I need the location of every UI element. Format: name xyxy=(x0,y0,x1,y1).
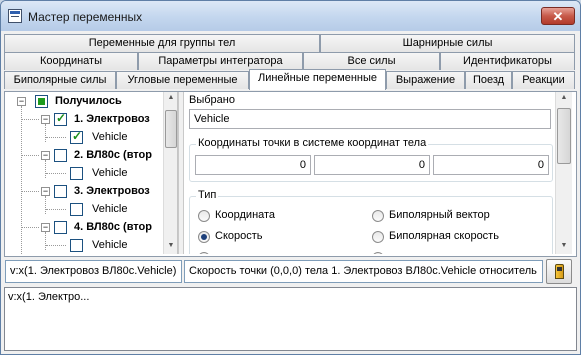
type-legend: Тип xyxy=(196,189,219,201)
tree-item-label: 3. Электровоз xyxy=(74,185,150,197)
radio-coordinate-label: Координата xyxy=(215,209,276,221)
radio-velocity-label: Скорость xyxy=(215,230,263,242)
tab-identifiers[interactable]: Идентификаторы xyxy=(440,52,575,70)
tab-group-variables[interactable]: Переменные для группы тел xyxy=(4,34,320,52)
tab-angular-variables[interactable]: Угловые переменные xyxy=(116,71,249,89)
tree-scroll-thumb[interactable] xyxy=(165,110,177,148)
item-checkbox[interactable] xyxy=(54,149,67,162)
tree-child-label: Vehicle xyxy=(92,167,128,179)
coords-legend: Координаты точки в системе координат тел… xyxy=(196,137,429,149)
variables-wizard-window: Мастер переменных ✕ Переменные для групп… xyxy=(0,0,581,355)
tree-scrollbar[interactable]: ▲ ▼ xyxy=(163,92,177,254)
child-checkbox[interactable] xyxy=(70,203,83,216)
tree-child-label: Vehicle xyxy=(92,239,128,251)
tab-linear-variables[interactable]: Линейные переменные xyxy=(249,69,386,90)
bottom-bar: v:x(1. Электровоз ВЛ80с.Vehicle) Скорост… xyxy=(4,259,578,284)
tree-item[interactable]: − 3. Электровоз xyxy=(8,184,168,200)
root-checkbox[interactable] xyxy=(35,95,48,108)
collapse-icon[interactable]: − xyxy=(41,223,50,232)
radio-bipolar-vector-label: Биполярный вектор xyxy=(389,209,490,221)
tree-child[interactable]: Vehicle xyxy=(8,166,168,182)
tree-child[interactable]: Vehicle xyxy=(8,238,168,254)
radio-bipolar-vector[interactable] xyxy=(372,210,384,222)
tree-connector xyxy=(46,137,66,138)
tab-train[interactable]: Поезд xyxy=(465,71,512,89)
coord-z-field[interactable]: 0 xyxy=(433,155,549,175)
selected-field[interactable]: Vehicle xyxy=(189,109,551,129)
panel-splitter[interactable] xyxy=(178,92,184,254)
tab-coordinates[interactable]: Координаты xyxy=(4,52,138,70)
radio-option[interactable] xyxy=(198,252,210,254)
output-area[interactable]: v:x(1. Электро... xyxy=(4,287,577,351)
pen-icon xyxy=(555,264,564,279)
item-checkbox[interactable] xyxy=(54,185,67,198)
bodies-tree[interactable]: − Получилось − 1. Электровоз Vehicle − 2… xyxy=(8,92,178,254)
collapse-icon[interactable]: − xyxy=(41,115,50,124)
tree-connector xyxy=(22,191,39,192)
coord-x-field[interactable]: 0 xyxy=(195,155,311,175)
collapse-icon[interactable]: − xyxy=(17,97,26,106)
item-checkbox[interactable] xyxy=(54,111,67,126)
variable-name-field[interactable]: v:x(1. Электровоз ВЛ80с.Vehicle) xyxy=(5,260,182,283)
details-scrollbar[interactable]: ▲ ▼ xyxy=(555,92,572,254)
close-button[interactable]: ✕ xyxy=(541,7,575,25)
tab-all-forces[interactable]: Все силы xyxy=(303,52,440,70)
collapse-icon[interactable]: − xyxy=(41,151,50,160)
scroll-down-icon[interactable]: ▼ xyxy=(556,242,572,249)
variable-description-field[interactable]: Скорость точки (0,0,0) тела 1. Электрово… xyxy=(184,260,543,283)
coord-y-field[interactable]: 0 xyxy=(314,155,430,175)
tree-child-label: Vehicle xyxy=(92,131,128,143)
details-scroll-thumb[interactable] xyxy=(557,108,571,164)
tab-expression[interactable]: Выражение xyxy=(386,71,465,89)
coords-group: Координаты точки в системе координат тел… xyxy=(189,137,553,182)
tree-connector xyxy=(46,209,66,210)
radio-bipolar-velocity-label: Биполярная скорость xyxy=(389,230,499,242)
tab-reactions[interactable]: Реакции xyxy=(512,71,575,89)
tree-root[interactable]: − Получилось xyxy=(8,94,168,110)
tab-joint-forces[interactable]: Шарнирные силы xyxy=(320,34,575,52)
radio-option[interactable] xyxy=(372,252,384,254)
selected-label: Выбрано xyxy=(189,94,235,106)
radio-velocity[interactable] xyxy=(198,231,210,243)
tree-item[interactable]: − 4. ВЛ80с (втор xyxy=(8,220,168,236)
edit-button[interactable] xyxy=(546,259,572,284)
tree-item[interactable]: − 1. Электровоз xyxy=(8,111,168,128)
tree-connector xyxy=(22,155,39,156)
item-checkbox[interactable] xyxy=(54,221,67,234)
radio-coordinate[interactable] xyxy=(198,210,210,222)
tree-item[interactable]: − 2. ВЛ80с (втор xyxy=(8,148,168,164)
tab-bipolar-forces[interactable]: Биполярные силы xyxy=(4,71,116,89)
details-panel: Выбрано Vehicle Координаты точки в систе… xyxy=(185,92,554,254)
scroll-up-icon[interactable]: ▲ xyxy=(164,94,177,101)
window-title: Мастер переменных xyxy=(28,10,143,24)
tree-item-label: 2. ВЛ80с (втор xyxy=(74,149,152,161)
app-icon xyxy=(8,9,22,23)
tree-child[interactable]: Vehicle xyxy=(8,202,168,218)
child-checkbox[interactable] xyxy=(70,239,83,252)
tree-item-label: 4. ВЛ80с (втор xyxy=(74,221,152,233)
tree-connector xyxy=(22,119,39,120)
tree-child[interactable]: Vehicle xyxy=(8,129,168,146)
tree-child-label: Vehicle xyxy=(92,203,128,215)
tree-connector xyxy=(46,173,66,174)
type-group: Тип Координата Биполярный вектор Скорост… xyxy=(189,189,553,254)
tree-item-label: 1. Электровоз xyxy=(74,113,150,125)
scroll-up-icon[interactable]: ▲ xyxy=(556,94,572,101)
tree-connector xyxy=(22,227,39,228)
radio-bipolar-velocity[interactable] xyxy=(372,231,384,243)
tree-connector xyxy=(46,245,66,246)
tab-integrator-params[interactable]: Параметры интегратора xyxy=(138,52,303,70)
scroll-down-icon[interactable]: ▼ xyxy=(164,242,177,249)
child-checkbox[interactable] xyxy=(70,129,83,144)
child-checkbox[interactable] xyxy=(70,167,83,180)
close-icon: ✕ xyxy=(552,9,564,24)
collapse-icon[interactable]: − xyxy=(41,187,50,196)
title-bar[interactable]: Мастер переменных ✕ xyxy=(1,1,580,31)
tree-root-label: Получилось xyxy=(55,95,122,107)
